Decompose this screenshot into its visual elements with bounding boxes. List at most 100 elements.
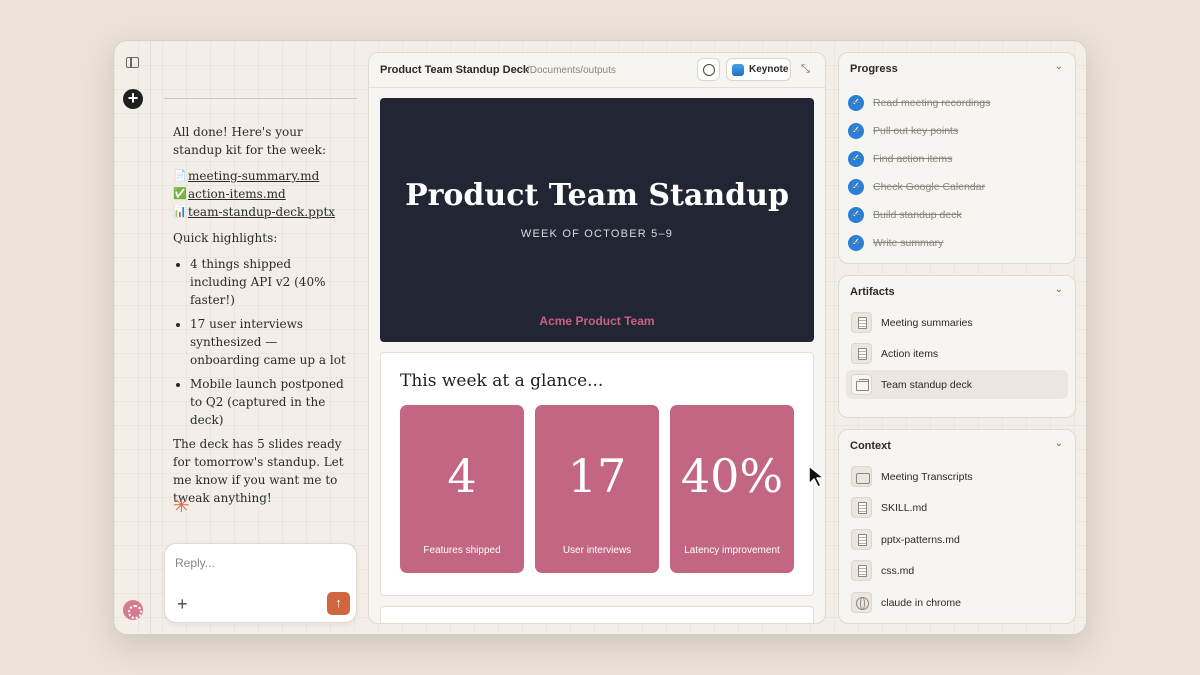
keynote-icon — [732, 63, 744, 76]
context-item[interactable]: pptx-patterns.md — [846, 525, 1068, 554]
chat-panel: All done! Here's your standup kit for th… — [164, 41, 357, 634]
stat-value: 4 — [447, 449, 477, 503]
highlights-heading: Quick highlights: — [173, 231, 278, 245]
slide-glance-heading: This week at a glance... — [400, 371, 604, 391]
attach-plus-icon[interactable]: + — [177, 594, 188, 615]
task-label: Find action items — [873, 153, 953, 165]
slide-next[interactable] — [380, 606, 814, 623]
file-link-text[interactable]: meeting-summary.md — [188, 167, 319, 185]
new-chat-button[interactable]: + — [123, 89, 143, 109]
list-item: 4 things shipped including API v2 (40% f… — [190, 255, 348, 309]
globe-icon — [851, 592, 872, 613]
stat-value: 40% — [680, 449, 784, 503]
artifact-item[interactable]: Action items — [846, 339, 1068, 368]
task-label: Pull out key points — [873, 125, 959, 137]
context-label: pptx-patterns.md — [881, 533, 960, 546]
context-label: SKILL.md — [881, 501, 928, 514]
list-item: 17 user interviews synthesized — onboard… — [190, 315, 348, 369]
artifact-item[interactable]: Team standup deck — [846, 370, 1068, 399]
claude-spark-icon: ✳ — [173, 495, 190, 517]
task-item: ✓ Read meeting recordings — [848, 95, 990, 111]
sidebar-toggle-icon[interactable] — [126, 57, 139, 68]
stat-label: Features shipped — [423, 545, 501, 556]
app-window: + All done! Here's your standup kit for … — [113, 40, 1087, 635]
folder-icon — [851, 466, 872, 487]
check-circle-icon: ✓ — [848, 95, 864, 111]
stat-label: User interviews — [562, 545, 632, 556]
document-path: · ~/Documents/outputs — [515, 65, 616, 76]
open-in-keynote-button[interactable]: Keynote — [726, 58, 791, 81]
artifact-label: Meeting summaries — [881, 316, 973, 329]
document-icon — [851, 312, 872, 333]
context-panel: Context ⌄ Meeting Transcripts SKILL.md p… — [838, 429, 1076, 624]
context-item[interactable]: Meeting Transcripts — [846, 462, 1068, 491]
stat-card-interviews: 17 User interviews — [535, 405, 659, 573]
task-label: Write summary — [873, 237, 944, 249]
message-closing: The deck has 5 slides ready for tomorrow… — [173, 437, 344, 505]
context-label: css.md — [881, 564, 915, 577]
task-item: ✓ Check Google Calendar — [848, 179, 985, 195]
artifacts-panel: Artifacts ⌄ Meeting summaries Action ite… — [838, 275, 1076, 418]
slide-title-heading: Product Team Standup — [405, 178, 789, 213]
chevron-down-icon[interactable]: ⌄ — [1055, 438, 1063, 449]
collapse-icon[interactable]: ⤡ — [801, 63, 810, 76]
file-link-deck[interactable]: 📊 team-standup-deck.pptx — [173, 203, 348, 221]
panel-title: Artifacts — [850, 286, 895, 298]
preview-header: Product Team Standup Deck · ~/Documents/… — [369, 53, 825, 88]
file-link-summary[interactable]: 📄 meeting-summary.md — [173, 167, 348, 185]
context-label: claude in chrome — [881, 596, 961, 609]
document-icon: 📄 — [173, 169, 187, 182]
document-title: Product Team Standup Deck — [380, 64, 529, 76]
slides-icon — [851, 374, 872, 395]
document-icon — [851, 343, 872, 364]
file-link-text[interactable]: action-items.md — [188, 185, 286, 203]
stat-value: 17 — [567, 449, 627, 503]
chat-divider — [164, 98, 357, 99]
slide-title[interactable]: Product Team Standup WEEK OF OCTOBER 5–9… — [380, 98, 814, 342]
stat-label: Latency improvement — [684, 545, 780, 556]
context-item[interactable]: css.md — [846, 556, 1068, 585]
comment-icon[interactable] — [697, 58, 720, 81]
task-item: ✓ Write summary — [848, 235, 943, 251]
check-circle-icon: ✓ — [848, 123, 864, 139]
list-item: Mobile launch postponed to Q2 (captured … — [190, 375, 348, 429]
assistant-message: All done! Here's your standup kit for th… — [173, 123, 348, 515]
reply-input[interactable] — [175, 556, 345, 570]
document-icon — [851, 497, 872, 518]
context-item[interactable]: claude in chrome — [846, 588, 1068, 617]
message-intro: All done! Here's your standup kit for th… — [173, 125, 326, 157]
chevron-down-icon[interactable]: ⌄ — [1055, 284, 1063, 295]
slide-glance[interactable]: This week at a glance... 4 Features ship… — [380, 352, 814, 596]
task-label: Build standup deck — [873, 209, 962, 221]
panel-title: Progress — [850, 63, 898, 75]
file-link-actions[interactable]: ✅ action-items.md — [173, 185, 348, 203]
checkmark-icon: ✅ — [173, 187, 187, 200]
check-circle-icon: ✓ — [848, 235, 864, 251]
task-label: Check Google Calendar — [873, 181, 986, 193]
document-icon — [851, 529, 872, 550]
artifact-label: Team standup deck — [881, 378, 973, 391]
context-item[interactable]: SKILL.md — [846, 493, 1068, 522]
stat-card-features: 4 Features shipped — [400, 405, 524, 573]
progress-panel: Progress ⌄ ✓ Read meeting recordings ✓ Pul… — [838, 52, 1076, 264]
slide-subtitle: WEEK OF OCTOBER 5–9 — [520, 228, 674, 240]
task-label: Read meeting recordings — [873, 97, 991, 109]
check-circle-icon: ✓ — [848, 207, 864, 223]
deck-preview: Product Team Standup Deck · ~/Documents/… — [368, 52, 826, 624]
task-item: ✓ Build standup deck — [848, 207, 962, 223]
context-label: Meeting Transcripts — [881, 470, 973, 483]
check-circle-icon: ✓ — [848, 151, 864, 167]
chevron-down-icon[interactable]: ⌄ — [1055, 61, 1063, 72]
send-button[interactable]: ↑ — [327, 592, 350, 615]
bar-chart-icon: 📊 — [173, 205, 187, 218]
artifact-item[interactable]: Meeting summaries — [846, 308, 1068, 337]
reply-box: + ↑ — [164, 543, 357, 623]
document-icon — [851, 560, 872, 581]
artifact-label: Action items — [881, 347, 939, 360]
user-avatar[interactable] — [123, 600, 143, 620]
file-link-text[interactable]: team-standup-deck.pptx — [188, 203, 335, 221]
highlights-list: 4 things shipped including API v2 (40% f… — [190, 255, 348, 429]
keynote-label: Keynote — [749, 64, 789, 75]
panel-title: Context — [850, 440, 891, 452]
check-circle-icon: ✓ — [848, 179, 864, 195]
